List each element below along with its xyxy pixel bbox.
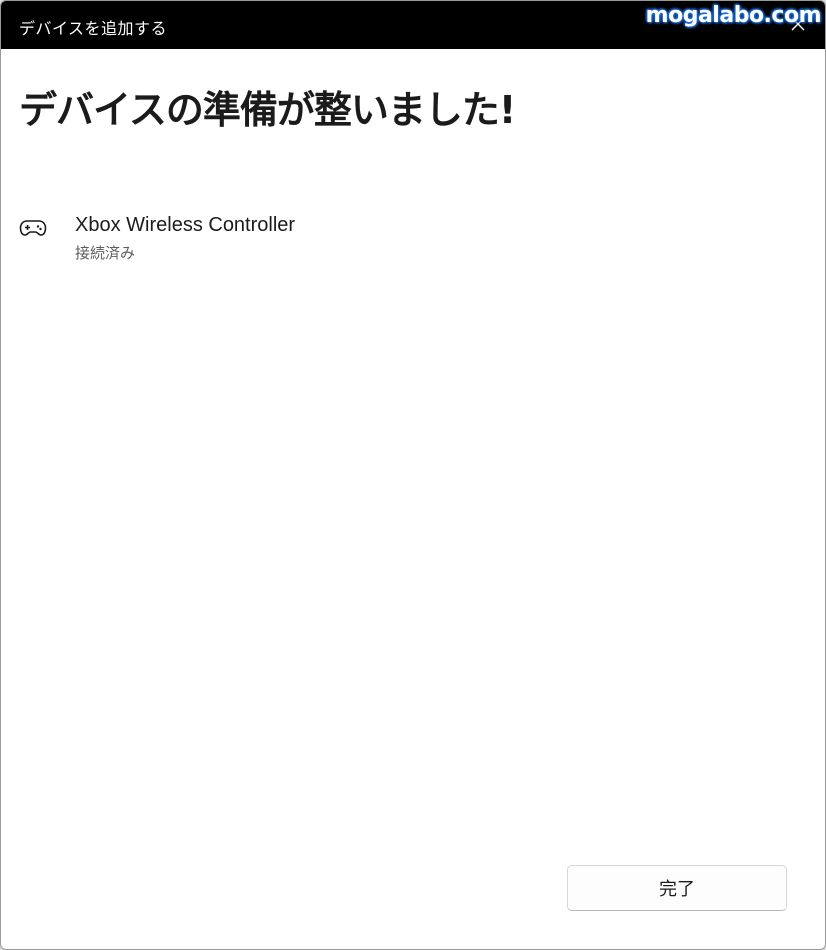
page-title: デバイスの準備が整いました! [19,88,516,132]
title-bar: デバイスを追加する mogalabo.com [1,1,825,49]
window-title: デバイスを追加する [19,19,168,38]
gamepad-icon [19,220,47,236]
device-list-item: Xbox Wireless Controller 接続済み [1,206,825,276]
device-name: Xbox Wireless Controller [75,214,296,236]
device-status: 接続済み [75,244,136,262]
add-device-dialog: デバイスを追加する mogalabo.com デバイスの準備が整いました! Xb… [0,0,826,950]
done-button[interactable]: 完了 [567,865,787,911]
watermark-logo: mogalabo.com [645,3,822,28]
